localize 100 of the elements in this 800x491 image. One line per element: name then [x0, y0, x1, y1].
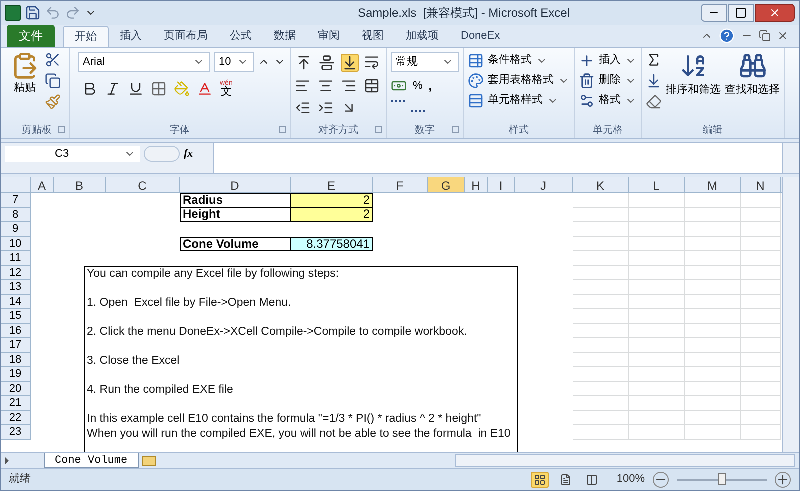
font-color-icon[interactable]: [197, 81, 213, 97]
new-sheet-icon[interactable]: [142, 456, 156, 466]
column-header[interactable]: D: [180, 177, 291, 192]
row-header[interactable]: 19: [1, 367, 31, 382]
fill-color-icon[interactable]: [174, 81, 190, 97]
row-header[interactable]: 10: [1, 236, 31, 251]
italic-icon[interactable]: [105, 81, 121, 97]
zoom-out-icon[interactable]: [653, 472, 669, 488]
vertical-align-button[interactable]: [341, 54, 359, 72]
column-header[interactable]: G: [428, 177, 465, 192]
vertical-align-button[interactable]: [318, 54, 336, 72]
merge-cells-icon[interactable]: [364, 78, 380, 94]
ribbon-tab[interactable]: DoneEx: [450, 26, 512, 47]
empty-cell: [573, 193, 629, 208]
underline-icon[interactable]: [128, 81, 144, 97]
row-header[interactable]: 12: [1, 266, 31, 280]
cells-menu-button[interactable]: 插入: [579, 52, 637, 69]
column-header[interactable]: H: [465, 177, 488, 192]
view-button[interactable]: [530, 472, 549, 488]
help-icon[interactable]: [719, 28, 735, 44]
clear-icon[interactable]: [646, 94, 662, 110]
comma-button[interactable]: ,: [428, 77, 432, 95]
column-header[interactable]: J: [515, 177, 573, 192]
row-header[interactable]: 22: [1, 410, 31, 425]
empty-cell: [741, 236, 781, 251]
ribbon-tab[interactable]: 审阅: [307, 26, 351, 47]
empty-cell: [685, 280, 741, 294]
wrap-text-icon[interactable]: [364, 54, 380, 70]
row-header[interactable]: 7: [1, 193, 31, 208]
close-icon[interactable]: [777, 30, 789, 42]
zoom-slider-thumb[interactable]: [718, 472, 726, 484]
ribbon-tab[interactable]: 视图: [351, 26, 395, 47]
column-header[interactable]: I: [488, 177, 515, 192]
row-header[interactable]: 18: [1, 352, 31, 367]
file-tab[interactable]: 文件: [7, 25, 55, 47]
zoom-in-icon[interactable]: [775, 472, 791, 488]
font-size-dropdown[interactable]: 10: [214, 52, 254, 72]
row-header[interactable]: 17: [1, 338, 31, 352]
decrease-indent-icon[interactable]: [295, 100, 311, 116]
align-center-icon[interactable]: [318, 78, 334, 94]
ribbon-tab[interactable]: 公式: [219, 26, 263, 47]
maximize-button[interactable]: [728, 4, 754, 22]
empty-cell: [629, 236, 685, 251]
sheet-tab[interactable]: Cone Volume: [44, 453, 139, 468]
fill-icon[interactable]: [646, 73, 662, 89]
align-right-icon[interactable]: [341, 78, 357, 94]
column-header[interactable]: N: [741, 177, 781, 192]
column-header[interactable]: A: [31, 177, 54, 192]
row-header[interactable]: 20: [1, 382, 31, 396]
row-header[interactable]: 8: [1, 208, 31, 222]
row-header[interactable]: 11: [1, 251, 31, 266]
function-button[interactable]: fx: [184, 146, 194, 162]
column-header[interactable]: L: [629, 177, 685, 192]
row-header[interactable]: 15: [1, 309, 31, 324]
label-cell: Height: [180, 208, 291, 222]
text-box[interactable]: [84, 266, 518, 452]
styles-menu-button[interactable]: 条件格式: [468, 52, 570, 69]
ribbon-tab[interactable]: 页面布局: [153, 26, 219, 47]
cut-icon[interactable]: [45, 52, 61, 68]
empty-cell: [573, 338, 629, 352]
name-box[interactable]: C3: [5, 146, 140, 162]
empty-cell: [685, 324, 741, 338]
align-left-icon[interactable]: [295, 78, 311, 94]
sort-filter-button[interactable]: 排序和筛选: [666, 52, 721, 98]
increase-indent-icon[interactable]: [318, 100, 334, 116]
column-header[interactable]: C: [106, 177, 180, 192]
close-button[interactable]: [755, 4, 795, 22]
ribbon-tab[interactable]: 插入: [109, 26, 153, 47]
percent-button[interactable]: %: [413, 78, 423, 94]
column-header[interactable]: M: [685, 177, 741, 192]
format-painter-icon[interactable]: [45, 94, 61, 110]
column-header[interactable]: K: [573, 177, 629, 192]
styles-menu-button[interactable]: 套用表格格式: [468, 72, 570, 89]
copy-icon[interactable]: [45, 73, 61, 89]
vertical-scrollbar[interactable]: [782, 177, 799, 452]
row-header[interactable]: 14: [1, 294, 31, 309]
paste-button[interactable]: 粘贴: [9, 52, 41, 96]
horizontal-scrollbar[interactable]: [455, 454, 795, 467]
ribbon-tab[interactable]: 加载项: [395, 26, 450, 47]
row-header[interactable]: 16: [1, 324, 31, 338]
column-header[interactable]: E: [291, 177, 373, 192]
save-icon[interactable]: [25, 5, 41, 21]
middle-align-icon: [319, 55, 335, 71]
styles-menu-button[interactable]: 单元格样式: [468, 92, 570, 109]
row-header[interactable]: 23: [1, 425, 31, 440]
row-header[interactable]: 13: [1, 280, 31, 294]
borders-icon[interactable]: [151, 81, 167, 97]
find-select-button[interactable]: 查找和选择: [725, 52, 780, 98]
cells-menu-button[interactable]: 格式: [579, 92, 637, 109]
number-format-dropdown[interactable]: 常规: [391, 52, 459, 72]
row-header[interactable]: 9: [1, 222, 31, 236]
font-name-dropdown[interactable]: Arial: [78, 52, 210, 72]
restore-icon[interactable]: [759, 30, 771, 42]
cells-menu-button[interactable]: 删除: [579, 72, 637, 89]
row-header[interactable]: 21: [1, 396, 31, 410]
ribbon-tab[interactable]: 数据: [263, 26, 307, 47]
empty-cell: [573, 425, 629, 440]
ribbon-tab[interactable]: 开始: [63, 26, 109, 47]
column-header[interactable]: B: [54, 177, 106, 192]
empty-cell: [685, 352, 741, 367]
